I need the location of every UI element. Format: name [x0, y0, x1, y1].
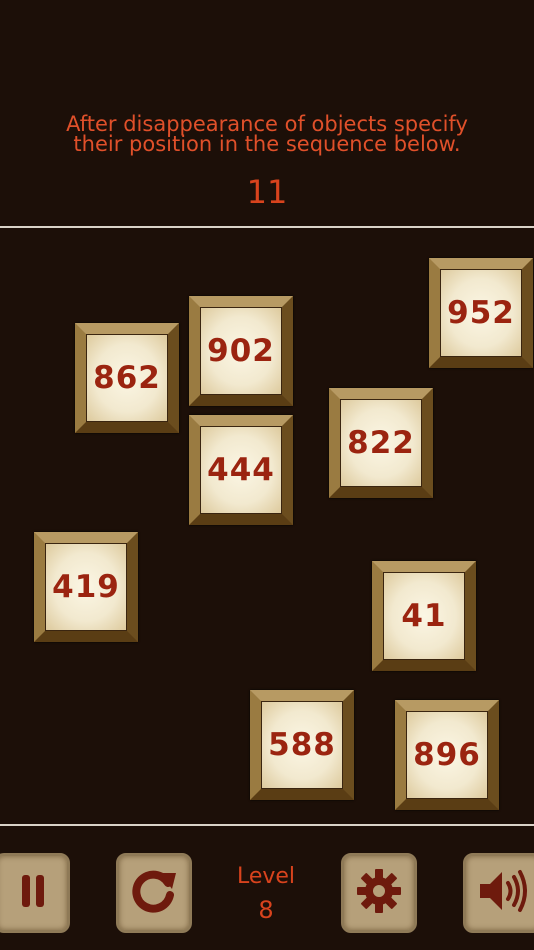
tile-label: 902	[207, 333, 275, 369]
settings-button[interactable]	[341, 853, 417, 933]
instructions-line-2: their position in the sequence below.	[73, 132, 461, 156]
tile-label: 588	[268, 727, 336, 763]
speaker-icon	[476, 866, 530, 920]
tile-label: 896	[413, 737, 481, 773]
number-tile[interactable]: 952	[429, 258, 533, 368]
restart-icon	[128, 865, 180, 921]
number-tile[interactable]: 419	[34, 532, 138, 642]
tile-label: 952	[447, 295, 515, 331]
tile-label: 444	[207, 452, 275, 488]
tile-label: 419	[52, 569, 120, 605]
pause-button[interactable]	[0, 853, 70, 933]
number-tile[interactable]: 896	[395, 700, 499, 810]
gear-icon	[354, 866, 404, 920]
bottom-divider	[0, 824, 534, 826]
number-tile[interactable]: 444	[189, 415, 293, 525]
sound-button[interactable]	[463, 853, 534, 933]
top-divider	[0, 226, 534, 228]
restart-button[interactable]	[116, 853, 192, 933]
number-tile[interactable]: 822	[329, 388, 433, 498]
instructions: After disappearance of objects specify t…	[0, 112, 534, 156]
tile-label: 822	[347, 425, 415, 461]
number-tile[interactable]: 862	[75, 323, 179, 433]
tile-label: 41	[401, 598, 447, 634]
countdown-counter: 11	[246, 173, 288, 211]
level-value: 8	[258, 896, 274, 924]
number-tile[interactable]: 588	[250, 690, 354, 800]
level-label: Level	[236, 864, 296, 889]
number-tile[interactable]: 41	[372, 561, 476, 671]
number-tile[interactable]: 902	[189, 296, 293, 406]
pause-icon	[10, 869, 54, 917]
tile-label: 862	[93, 360, 161, 396]
instructions-line-1: After disappearance of objects specify	[66, 112, 468, 136]
